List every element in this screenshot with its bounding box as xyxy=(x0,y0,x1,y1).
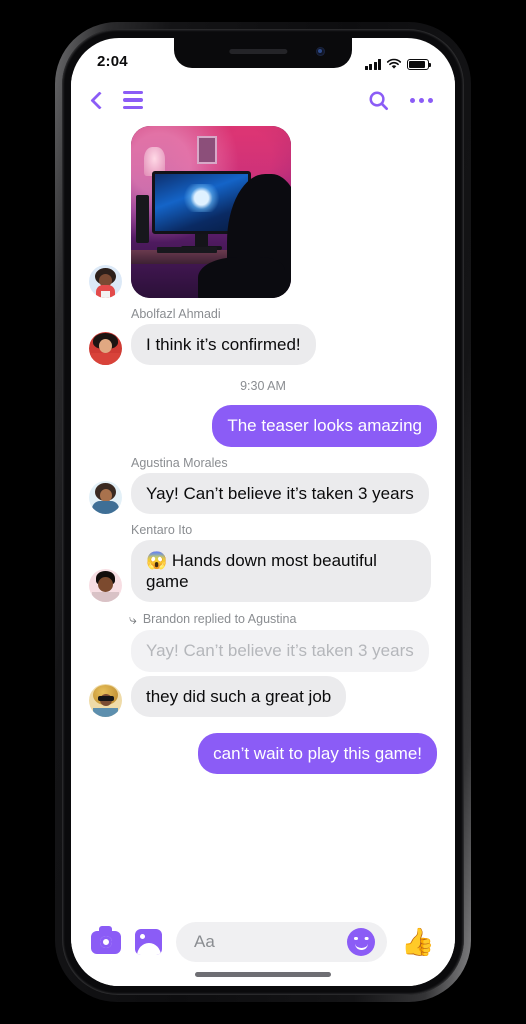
message-row[interactable]: 😱 Hands down most beautiful game xyxy=(89,539,437,603)
wifi-icon xyxy=(386,58,402,69)
avatar-spacer xyxy=(89,639,122,672)
message-row[interactable]: I think it’s confirmed! xyxy=(89,324,437,366)
nav-left-group xyxy=(90,90,143,110)
avatar[interactable] xyxy=(89,265,122,298)
sender-name: Agustina Morales xyxy=(131,455,228,470)
message-row-quoted[interactable]: Yay! Can’t believe it’s taken 3 years xyxy=(89,630,437,672)
sender-name: Kentaro Ito xyxy=(131,522,193,537)
more-options-icon[interactable] xyxy=(410,97,433,103)
search-icon[interactable] xyxy=(367,89,390,112)
reply-header: ⤷ Brandon replied to Agustina xyxy=(129,612,437,626)
reply-header-label: Brandon replied to Agustina xyxy=(142,612,297,627)
message-row-outgoing[interactable]: The teaser looks amazing xyxy=(89,405,437,447)
phone-screen: 2:04 Abolfazl Ahmadi I think it’s confir… xyxy=(71,38,455,986)
message-bubble[interactable]: they did such a great job xyxy=(131,675,347,717)
screenshot-stage: 2:04 Abolfazl Ahmadi I think it’s confir… xyxy=(0,0,526,1024)
time-divider: 9:30 AM xyxy=(240,379,286,394)
message-bubble[interactable]: I think it’s confirmed! xyxy=(131,324,316,366)
message-row[interactable]: they did such a great job xyxy=(89,675,437,717)
avatar[interactable] xyxy=(89,480,122,514)
message-bubble[interactable]: can’t wait to play this game! xyxy=(198,732,437,774)
image-attachment-bubble[interactable] xyxy=(131,126,291,298)
hamburger-menu-icon[interactable] xyxy=(123,90,143,110)
phone-device-frame: 2:04 Abolfazl Ahmadi I think it’s confir… xyxy=(55,22,471,1002)
earpiece-speaker-icon xyxy=(229,49,288,54)
avatar[interactable] xyxy=(89,332,122,366)
message-row-image[interactable] xyxy=(89,126,437,298)
smiley-icon[interactable] xyxy=(347,928,376,956)
battery-icon xyxy=(407,59,432,70)
message-bubble[interactable]: 😱 Hands down most beautiful game xyxy=(131,539,431,603)
thumbs-up-icon[interactable]: 👍 xyxy=(401,928,435,956)
phone-bezel: 2:04 Abolfazl Ahmadi I think it’s confir… xyxy=(62,29,464,995)
message-row-outgoing[interactable]: can’t wait to play this game! xyxy=(89,732,437,774)
quoted-message-bubble[interactable]: Yay! Can’t believe it’s taken 3 years xyxy=(131,630,429,672)
sender-name: Abolfazl Ahmadi xyxy=(131,307,221,321)
message-input-field[interactable]: Aa xyxy=(176,922,388,962)
gallery-icon[interactable] xyxy=(135,929,162,955)
nav-right-group xyxy=(367,89,433,112)
gaming-room-photo xyxy=(131,126,291,298)
message-bubble[interactable]: The teaser looks amazing xyxy=(212,405,437,447)
message-thread[interactable]: Abolfazl Ahmadi I think it’s confirmed! … xyxy=(71,126,455,908)
avatar[interactable] xyxy=(89,569,122,603)
message-row[interactable]: Yay! Can’t believe it’s taken 3 years xyxy=(89,472,437,514)
message-bubble[interactable]: Yay! Can’t believe it’s taken 3 years xyxy=(131,472,429,514)
home-indicator[interactable] xyxy=(195,972,331,977)
reply-arrow-icon: ⤷ xyxy=(129,611,137,628)
status-bar-time: 2:04 xyxy=(97,53,128,70)
avatar[interactable] xyxy=(89,683,122,717)
chevron-left-icon[interactable] xyxy=(90,90,109,110)
device-notch xyxy=(174,38,352,68)
front-camera-icon xyxy=(316,47,325,56)
camera-icon[interactable] xyxy=(91,925,121,954)
conversation-nav-bar xyxy=(71,74,455,126)
cellular-bars-icon xyxy=(364,59,381,70)
status-bar-indicators xyxy=(364,58,432,70)
message-input-placeholder: Aa xyxy=(194,932,215,951)
